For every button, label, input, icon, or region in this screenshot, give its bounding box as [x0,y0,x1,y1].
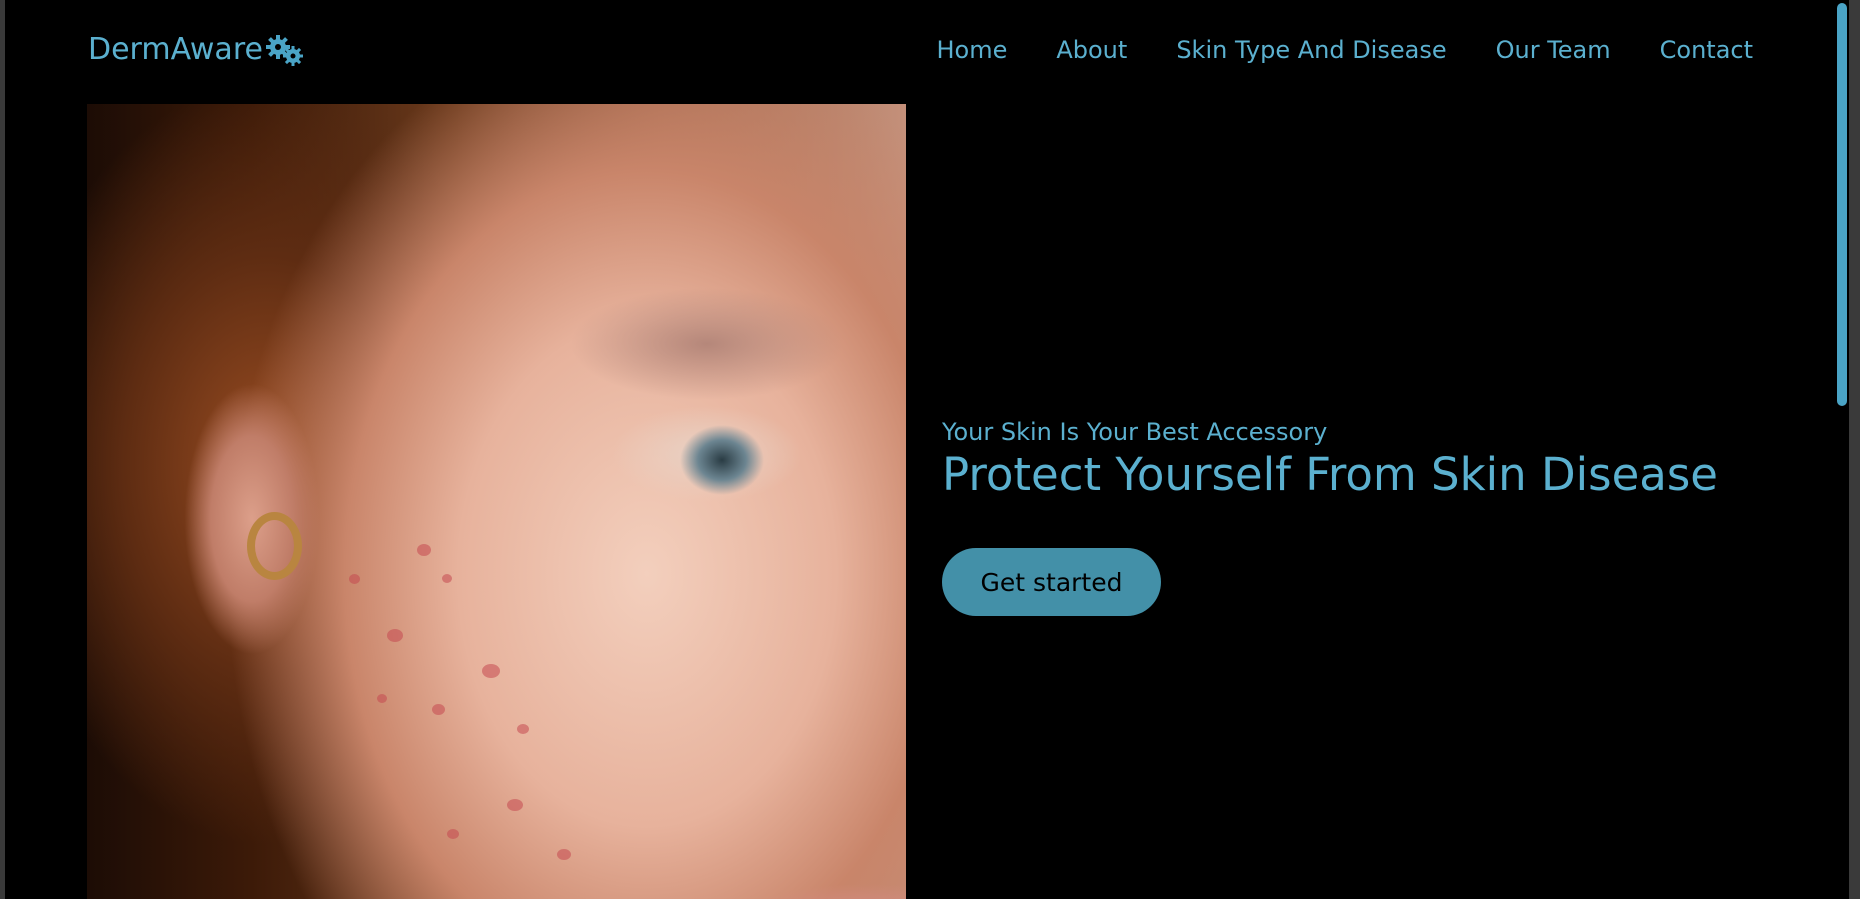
earring-shape [247,512,302,580]
brand-logo[interactable]: DermAware [88,30,305,70]
scrollbar-thumb[interactable] [1837,3,1847,406]
hero-face-image [87,104,906,899]
nav-contact-link[interactable]: Contact [1660,34,1753,66]
navbar: DermAware Home About Skin Type And Disea… [5,0,1849,104]
nav-home-link[interactable]: Home [936,34,1007,66]
nav-about-link[interactable]: About [1056,34,1127,66]
nav-team-link[interactable]: Our Team [1496,34,1611,66]
hero-headline: Protect Yourself From Skin Disease [942,448,1718,501]
browser-viewport: DermAware Home About Skin Type And Disea… [5,0,1849,899]
gears-icon [265,35,303,66]
nav-skin-type-link[interactable]: Skin Type And Disease [1176,34,1446,66]
get-started-button[interactable]: Get started [942,548,1161,616]
brand-name: DermAware [88,32,263,67]
nav-menu: Home About Skin Type And Disease Our Tea… [936,34,1753,66]
scrollbar[interactable] [1835,0,1849,899]
hero-tagline: Your Skin Is Your Best Accessory [942,418,1328,446]
hero-text-block: Your Skin Is Your Best Accessory Protect… [942,418,1718,502]
